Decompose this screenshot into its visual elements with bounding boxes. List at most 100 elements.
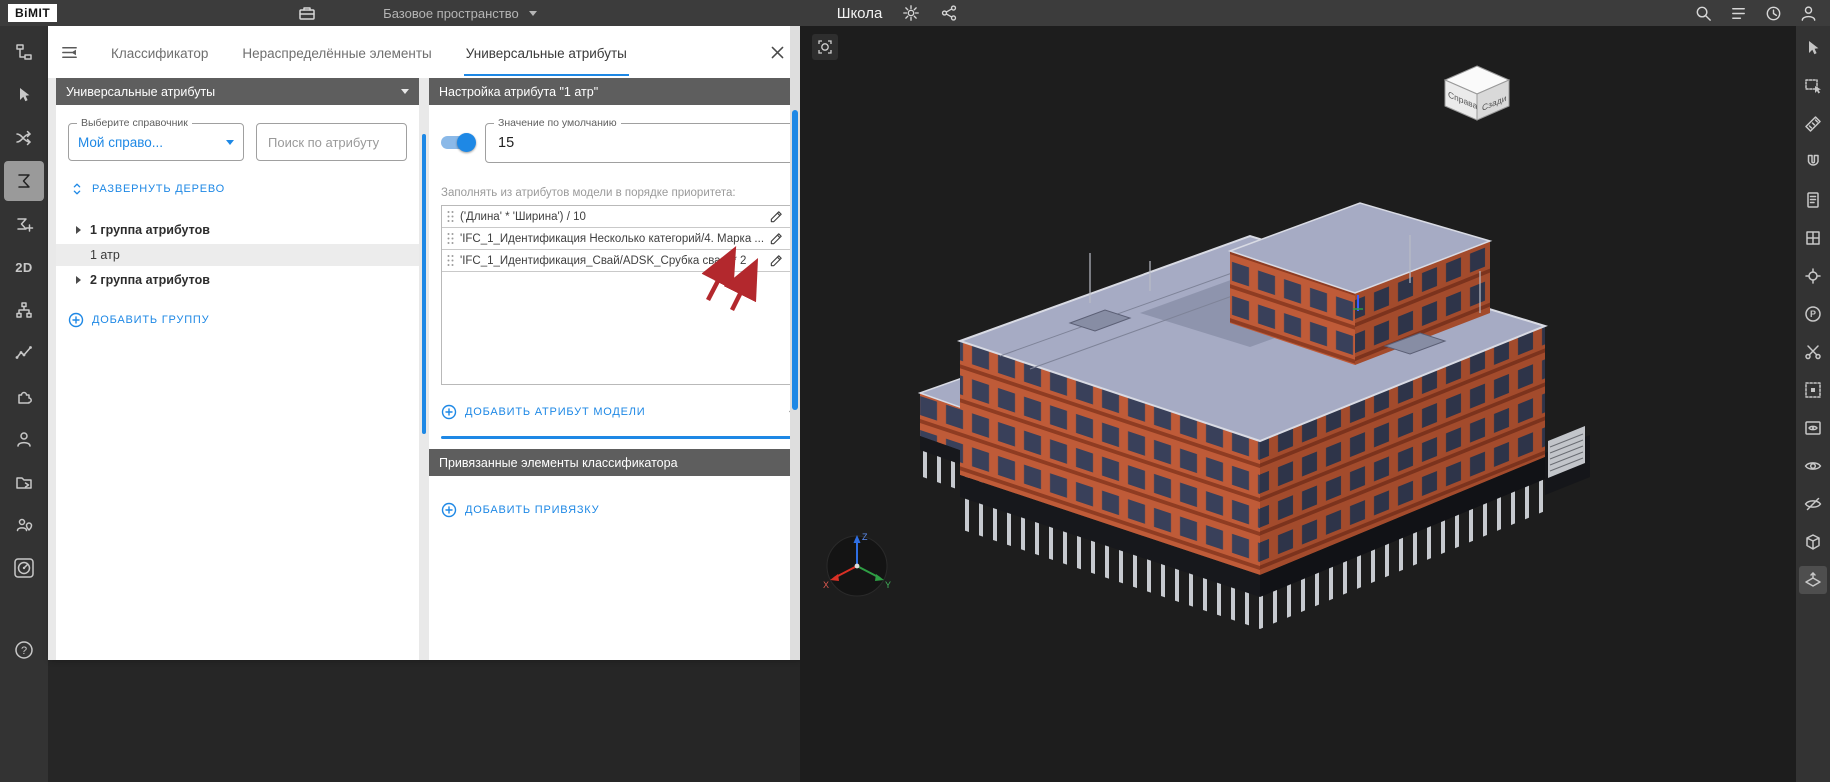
chart-tool[interactable] (4, 333, 44, 373)
tree-item-1-atr[interactable]: 1 атр (56, 244, 419, 266)
2d-view-tool[interactable]: 2D (4, 247, 44, 287)
close-panel-button[interactable] (769, 44, 786, 61)
attribute-settings-section: Настройка атрибута "1 атр" Значение по у… (429, 78, 822, 660)
journal-tool[interactable] (1799, 186, 1827, 214)
shared-folder-tool[interactable] (4, 462, 44, 502)
drag-handle-icon[interactable] (446, 232, 455, 245)
dashboard-tool[interactable] (4, 548, 44, 588)
left-column-scrollbar[interactable] (422, 134, 426, 434)
default-value-toggle[interactable] (441, 133, 476, 152)
help-icon: ? (15, 641, 33, 659)
plan-tool[interactable]: P (1799, 300, 1827, 328)
measure-icon (1805, 116, 1821, 132)
tab-classifier[interactable]: Классификатор (109, 29, 210, 76)
section-plane-icon (1805, 572, 1821, 587)
horizontal-scrollbar[interactable] (441, 436, 810, 439)
tab-unassigned-elements[interactable]: Нераспределённые элементы (240, 29, 433, 76)
visibility-tool[interactable] (1799, 452, 1827, 480)
workspace-selector[interactable]: Базовое пространство (383, 6, 537, 21)
add-group-button[interactable]: Добавить группу (68, 312, 209, 328)
account-icon (1801, 5, 1816, 21)
attributes-panel: Классификатор Нераспределённые элементы … (48, 26, 822, 660)
grid-icon (1806, 231, 1820, 245)
panel-menu-button[interactable] (60, 43, 79, 62)
box-mode-tool[interactable] (1799, 528, 1827, 556)
left-section-header[interactable]: Универсальные атрибуты (56, 78, 419, 105)
project-settings-button[interactable] (902, 4, 920, 22)
edit-attribute-button[interactable] (769, 253, 784, 268)
axis-y-label: Y (885, 580, 891, 590)
attributes-tree-section: Универсальные атрибуты Выберите справочн… (56, 78, 419, 660)
select-cursor-tool[interactable] (1799, 34, 1827, 62)
model-tree-tool[interactable] (4, 32, 44, 72)
search-button[interactable] (1694, 4, 1713, 23)
app-logo: BiMIT (8, 4, 58, 22)
section-cut-icon (1805, 345, 1821, 360)
viewport-focus-button[interactable] (812, 34, 838, 60)
svg-text:P: P (1810, 309, 1816, 319)
tab-universal-attributes[interactable]: Универсальные атрибуты (463, 29, 629, 76)
sum-attributes-tool[interactable] (4, 161, 44, 201)
help-tool[interactable]: ? (4, 630, 44, 670)
model-tree-icon (16, 44, 32, 60)
tree-group-2[interactable]: 2 группа атрибутов (68, 268, 407, 292)
hierarchy-tool[interactable] (4, 290, 44, 330)
history-icon (1766, 6, 1781, 20)
isolate-tool[interactable] (1799, 376, 1827, 404)
select-icon (20, 88, 30, 102)
add-binding-button[interactable]: Добавить привязку (441, 502, 599, 518)
select-tool[interactable] (4, 75, 44, 115)
grid-tool[interactable] (1799, 224, 1827, 252)
section-plane-tool[interactable] (1799, 566, 1827, 594)
focus-tool[interactable] (1799, 262, 1827, 290)
history-button[interactable] (1764, 4, 1783, 23)
share-button[interactable] (940, 4, 958, 22)
snap-tool[interactable] (1799, 148, 1827, 176)
right-toolbar: P (1796, 26, 1830, 782)
account-button[interactable] (1799, 4, 1818, 23)
bindings-header[interactable]: Привязанные элементы классификатора (429, 449, 822, 476)
drag-handle-icon[interactable] (446, 254, 455, 267)
hidden-elements-tool[interactable] (1799, 490, 1827, 518)
building-model[interactable] (890, 141, 1650, 631)
attribute-search-field (256, 123, 407, 161)
relations-tool[interactable] (4, 118, 44, 158)
tree-group-1[interactable]: 1 группа атрибутов (68, 218, 407, 242)
expand-tree-button[interactable]: Развернуть дерево (70, 181, 225, 197)
frame-visibility-icon (1805, 421, 1821, 435)
attribute-search-input[interactable] (266, 133, 397, 151)
axis-gizmo[interactable]: X Y Z (819, 526, 895, 602)
default-value-label: Значение по умолчанию (494, 117, 621, 129)
model-attribute-row[interactable]: 'IFC_1_Идентификация Несколько категорий… (442, 228, 809, 250)
pencil-icon (770, 255, 782, 267)
tasks-button[interactable] (1729, 4, 1748, 23)
plugins-tool[interactable] (4, 376, 44, 416)
chevron-down-icon (528, 10, 537, 16)
edit-attribute-button[interactable] (769, 231, 784, 246)
model-attribute-row[interactable]: ('Длина' * 'Ширина') / 10 (442, 206, 809, 228)
viewport-3d[interactable]: Справа Сзади X Y Z (800, 26, 1796, 782)
user-location-tool[interactable] (4, 505, 44, 545)
plan-icon: P (1805, 306, 1821, 322)
user-location-icon (16, 518, 33, 532)
view-cube[interactable]: Справа Сзади (1437, 60, 1517, 124)
users-tool[interactable] (4, 419, 44, 459)
add-sum-tool[interactable] (4, 204, 44, 244)
measure-tool[interactable] (1799, 110, 1827, 138)
add-circle-icon (441, 404, 457, 419)
reference-select[interactable]: Выберите справочник Мой справо... (68, 117, 244, 161)
frame-visibility-tool[interactable] (1799, 414, 1827, 442)
selection-box-tool[interactable] (1799, 72, 1827, 100)
section-cut-tool[interactable] (1799, 338, 1827, 366)
settings-header[interactable]: Настройка атрибута "1 атр" (429, 78, 822, 105)
drag-handle-icon[interactable] (446, 210, 455, 223)
add-model-attribute-button[interactable]: Добавить атрибут модели (441, 404, 646, 420)
workspace-button[interactable] (297, 3, 317, 23)
edit-attribute-button[interactable] (769, 209, 784, 224)
plugins-icon (18, 391, 32, 404)
default-value-input[interactable] (496, 134, 799, 152)
toggle-knob (457, 133, 476, 152)
panel-scrollbar-track[interactable] (790, 26, 800, 660)
panel-scrollbar-thumb[interactable] (792, 110, 798, 410)
model-attribute-row[interactable]: 'IFC_1_Идентификация_Свай/ADSK_Срубка св… (442, 250, 809, 272)
